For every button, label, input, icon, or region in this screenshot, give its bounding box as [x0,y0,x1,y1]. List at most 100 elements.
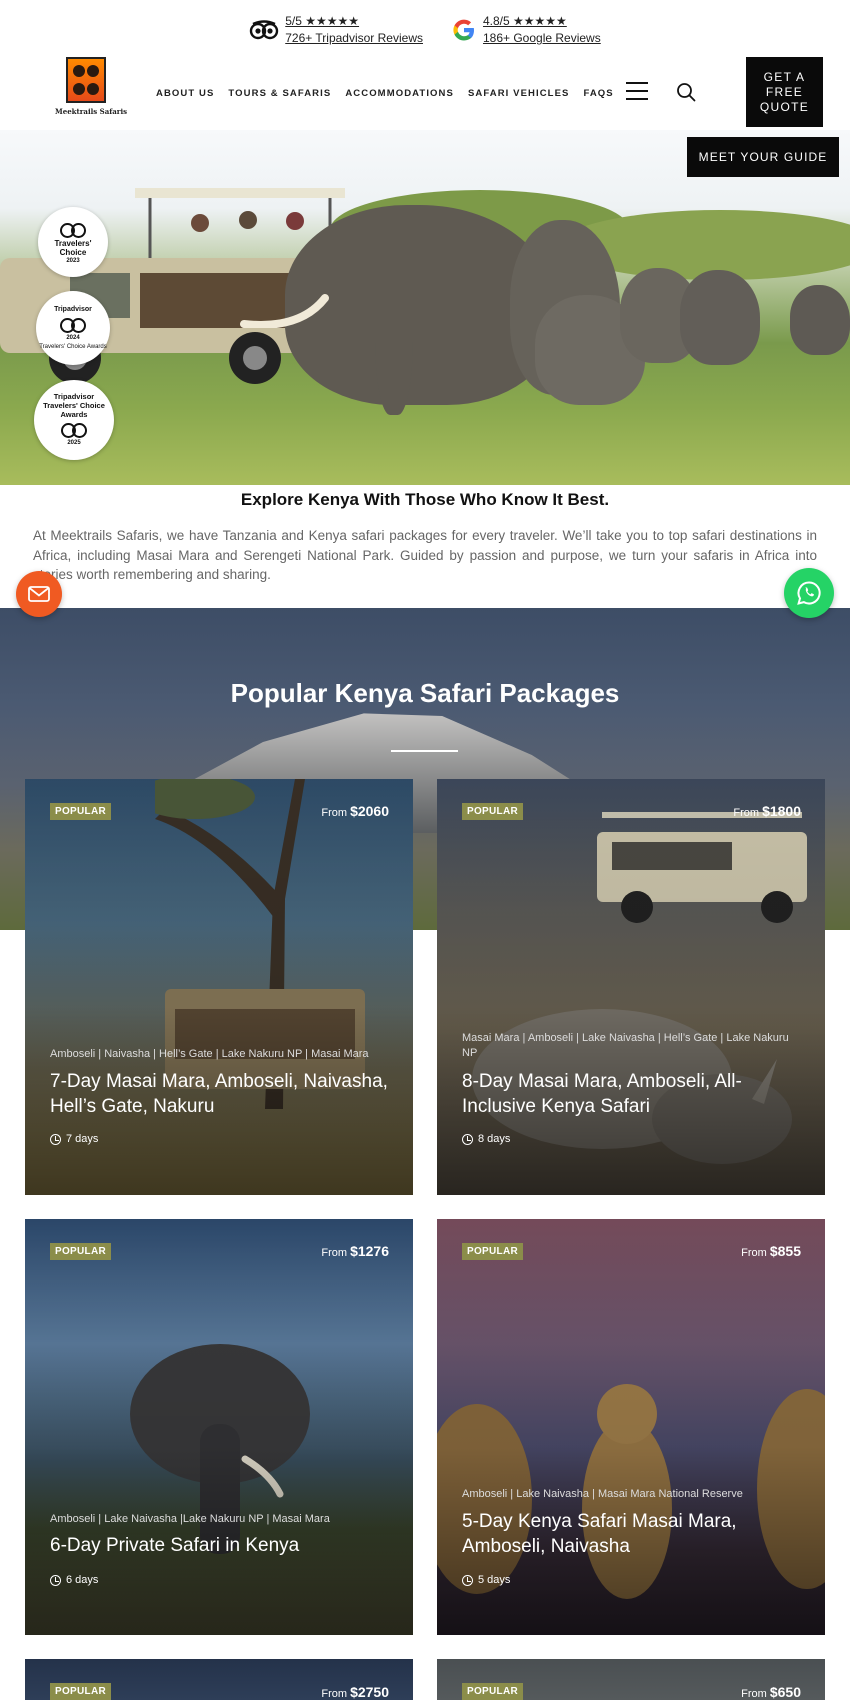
award-badge-year: 2024 [66,334,80,341]
hero-banner: Travelers' Choice 2023 Tripadvisor 2024 … [0,130,850,485]
tripadvisor-owl-icon [61,421,87,438]
card-route: Amboseli | Lake Naivasha | Masai Mara Na… [462,1488,743,1500]
elephant-tusk [240,294,329,328]
intro-title: Explore Kenya With Those Who Know It Bes… [240,490,610,509]
card-price: From $2060 [321,803,389,819]
duration-text: 5 days [478,1574,511,1586]
tripadvisor-count: 726+ Tripadvisor Reviews [285,31,423,45]
popular-badge: Popular [50,1683,111,1700]
award-badge-2023: Travelers' Choice 2023 [38,207,108,277]
card-duration: 8 days [462,1133,510,1145]
tripadvisor-review-text: 5/5 ★★★★★ 726+ Tripadvisor Reviews [285,13,423,47]
card-price: From $855 [741,1243,801,1259]
card-duration: 5 days [462,1574,510,1586]
google-review-link[interactable]: 4.8/5 ★★★★★ 186+ Google Reviews [451,10,601,50]
award-badge-line: Travelers' Choice Awards [39,343,107,350]
package-card[interactable]: Popular From $855 Amboseli | Lake Naivash… [437,1219,825,1635]
nav-item-faqs[interactable]: FAQs [583,88,613,99]
price-from-label: From [321,1688,348,1700]
tripadvisor-score: 5/5 ★★★★★ [285,14,360,28]
card-title[interactable]: 5-Day Kenya Safari Masai Mara, Amboseli,… [462,1509,807,1559]
package-card[interactable]: Popular From $2060 Amboseli | Naivasha | … [25,779,413,1195]
award-badge-year: 2023 [66,257,80,264]
popular-badge: Popular [462,803,523,820]
elephant-image [680,270,760,365]
main-nav: About Us Tours & Safaris Accommodations … [156,88,614,99]
whatsapp-icon [797,581,821,605]
card-route: Masai Mara | Amboseli | Lake Naivasha | … [462,1032,789,1059]
review-bar: 5/5 ★★★★★ 726+ Tripadvisor Reviews 4.8/5… [0,10,850,50]
site-logo[interactable]: Meektrails Safaris [55,57,128,129]
card-title[interactable]: 7-Day Masai Mara, Amboseli, Naivasha, He… [50,1069,395,1119]
popular-badge: Popular [462,1243,523,1260]
price-from-label: From [741,1688,767,1700]
elephant-trunk [375,230,413,415]
price-value: $650 [769,1684,801,1700]
package-card[interactable]: Popular From $1800 Masai Mara | Amboseli … [437,779,825,1195]
package-card[interactable]: Popular From $1276 Amboseli | Lake Naivas… [25,1219,413,1635]
logo-text: Meektrails Safaris [55,107,128,116]
card-duration: 7 days [50,1133,98,1145]
card-price: From $1276 [321,1243,389,1259]
award-badge-year: 2025 [67,440,81,446]
whatsapp-float-button[interactable] [784,568,834,618]
google-review-text: 4.8/5 ★★★★★ 186+ Google Reviews [483,13,601,47]
card-duration: 6 days [50,1574,98,1586]
duration-text: 8 days [478,1133,511,1145]
card-price: From $2750 [321,1684,389,1700]
price-from-label: From [741,1247,767,1259]
duration-text: 6 days [66,1574,99,1586]
award-badge-line: Tripadvisor [54,305,92,313]
popular-badge: Popular [462,1683,523,1700]
google-count: 186+ Google Reviews [482,31,601,45]
logo-paw-icon [66,57,106,103]
get-free-quote-button[interactable]: Get a Free Quote [746,57,823,127]
duration-text: 7 days [66,1133,99,1145]
card-price: From $1800 [733,803,801,819]
award-badge-2024: Tripadvisor 2024 Travelers' Choice Award… [36,291,110,365]
price-value: $1276 [350,1243,389,1259]
meet-your-guide-button[interactable]: Meet Your Guide [687,137,839,177]
card-route: Amboseli | Naivasha | Hell’s Gate | Lake… [50,1048,369,1060]
card-overlay [437,1219,825,1635]
price-value: $855 [769,1243,801,1259]
card-route: Amboseli | Lake Naivasha |Lake Nakuru NP… [50,1513,330,1525]
google-g-icon [453,19,474,41]
award-badge-line: Travelers' [54,238,92,248]
search-icon[interactable] [676,82,696,102]
tripadvisor-owl-icon [60,221,86,238]
tripadvisor-owl-icon [250,20,279,40]
price-value: $2750 [350,1684,389,1700]
price-value: $2060 [350,803,389,819]
package-card[interactable]: Popular From $2750 [25,1659,413,1700]
tripadvisor-owl-icon [60,316,86,333]
nav-item-tours-safaris[interactable]: Tours & Safaris [228,88,331,99]
award-badge-2025: Tripadvisor Travelers' Choice Awards 202… [34,380,114,460]
card-title[interactable]: 8-Day Masai Mara, Amboseli, All-Inclusiv… [462,1069,807,1119]
nav-item-safari-vehicles[interactable]: Safari Vehicles [468,88,570,99]
clock-icon [462,1574,473,1586]
tripadvisor-review-link[interactable]: 5/5 ★★★★★ 726+ Tripadvisor Reviews [249,10,423,50]
popular-badge: Popular [50,803,111,820]
price-value: $1800 [762,803,801,819]
clock-icon [50,1133,61,1145]
award-badge-line: Choice [59,247,87,257]
package-card[interactable]: Popular From $650 [437,1659,825,1700]
price-from-label: From [321,1247,348,1259]
nav-item-about-us[interactable]: About Us [156,88,214,99]
title-divider [391,750,458,752]
site-header: Meektrails Safaris About Us Tours & Safa… [0,55,850,130]
clock-icon [50,1574,61,1586]
email-float-button[interactable] [16,571,62,617]
google-score: 4.8/5 ★★★★★ [482,14,567,28]
elephant-image [790,285,850,355]
hamburger-menu-icon[interactable] [626,82,648,100]
price-from-label: From [321,807,348,819]
award-badge-line: Tripadvisor Travelers' Choice Awards [43,392,105,419]
card-overlay [25,1219,413,1635]
card-title[interactable]: 6-Day Private Safari in Kenya [50,1533,395,1558]
card-price: From $650 [741,1684,801,1700]
envelope-icon [28,586,50,602]
intro-text: At Meektrails Safaris, we have Tanzania … [33,528,817,582]
nav-item-accommodations[interactable]: Accommodations [345,88,454,99]
